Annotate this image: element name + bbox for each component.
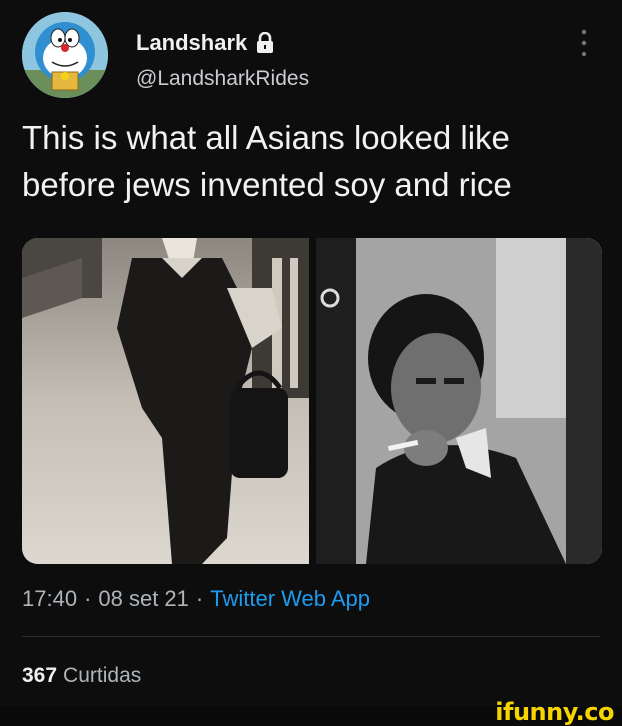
tweet-header: Landshark @LandsharkRides — [22, 12, 600, 108]
divider — [22, 636, 600, 637]
likes-stat[interactable]: 367 Curtidas — [22, 664, 141, 688]
man-walking-photo[interactable] — [22, 238, 309, 564]
likes-label: Curtidas — [63, 664, 142, 687]
likes-count: 367 — [22, 664, 58, 687]
tweet-text: This is what all Asians looked like befo… — [22, 119, 512, 203]
user-handle[interactable]: @LandsharkRides — [136, 67, 309, 91]
tweet-photos — [22, 238, 602, 564]
watermark: ifunny.co — [495, 698, 614, 726]
tweet-time[interactable]: 17:40 — [22, 586, 77, 611]
tweet-app-link[interactable]: Twitter Web App — [210, 586, 370, 611]
man-smoking-photo[interactable] — [316, 238, 602, 564]
tweet-meta: 17:40 · 08 set 21 · Twitter Web App — [22, 586, 370, 612]
meta-separator: · — [195, 586, 204, 611]
tweet-date[interactable]: 08 set 21 — [98, 586, 189, 611]
user-names: Landshark @LandsharkRides — [136, 30, 309, 91]
meta-separator: · — [84, 586, 92, 611]
doraemon-avatar-icon — [22, 12, 108, 98]
more-options-icon[interactable] — [580, 28, 588, 58]
lock-icon — [257, 32, 274, 53]
display-name[interactable]: Landshark — [136, 30, 309, 56]
display-name-text: Landshark — [136, 30, 248, 55]
avatar[interactable] — [22, 12, 108, 98]
